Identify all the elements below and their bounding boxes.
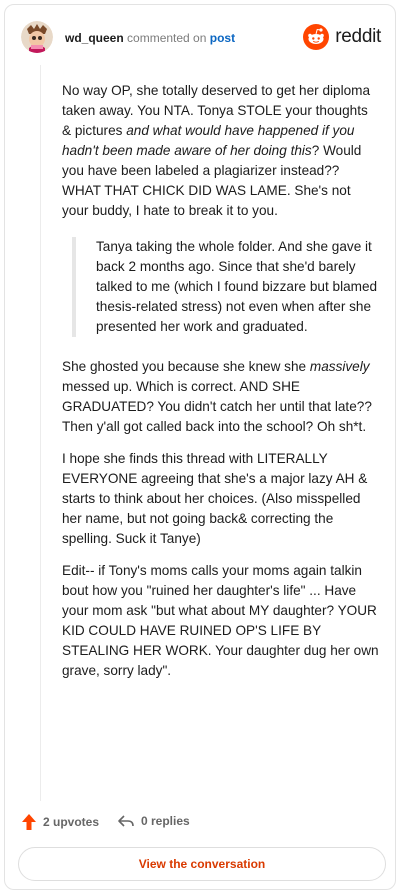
paragraph-emphasis: massively	[309, 359, 370, 374]
reddit-icon	[303, 24, 330, 50]
comment-paragraph: No way OP, she totally deserved to get h…	[62, 81, 380, 221]
comment-paragraph: Edit-- if Tony's moms calls your moms ag…	[62, 563, 379, 678]
paragraph-text: messed up. Which is correct. AND SHE GRA…	[62, 379, 372, 434]
user-avatar[interactable]	[21, 21, 53, 53]
username-link[interactable]: wd_queen	[65, 31, 124, 45]
quote-text: Tanya taking the whole folder. And she g…	[96, 239, 378, 334]
reddit-wordmark: reddit	[335, 26, 381, 47]
view-conversation-button[interactable]: View the conversation	[18, 847, 386, 881]
comment-footer: 2 upvotes 0 replies	[17, 813, 383, 839]
reply-arrow-icon	[118, 815, 134, 827]
replies-button[interactable]: 0 replies	[117, 813, 190, 829]
comment-paragraph: She ghosted you because she knew she mas…	[62, 357, 380, 437]
paragraph-text: She ghosted you because she knew she	[62, 359, 310, 374]
post-link[interactable]: post	[210, 31, 235, 45]
comment-body: No way OP, she totally deserved to get h…	[62, 81, 380, 693]
comment-header: wd_queen commented on post reddit	[17, 17, 383, 61]
thread-line	[40, 65, 41, 801]
reply-count: 0 replies	[141, 814, 190, 828]
comment-paragraph: I hope she finds this thread with LITERA…	[62, 451, 368, 546]
upvote-count: 2 upvotes	[43, 815, 100, 829]
upvote-button[interactable]: 2 upvotes	[21, 813, 99, 831]
reddit-logo[interactable]: reddit	[303, 23, 381, 51]
commented-on-label: commented on	[127, 31, 207, 45]
comment-card: wd_queen commented on post reddit No way…	[4, 4, 396, 890]
blockquote: Tanya taking the whole folder. And she g…	[72, 237, 380, 337]
comment-meta: wd_queen commented on post	[65, 31, 235, 45]
upvote-arrow-icon	[22, 814, 36, 830]
